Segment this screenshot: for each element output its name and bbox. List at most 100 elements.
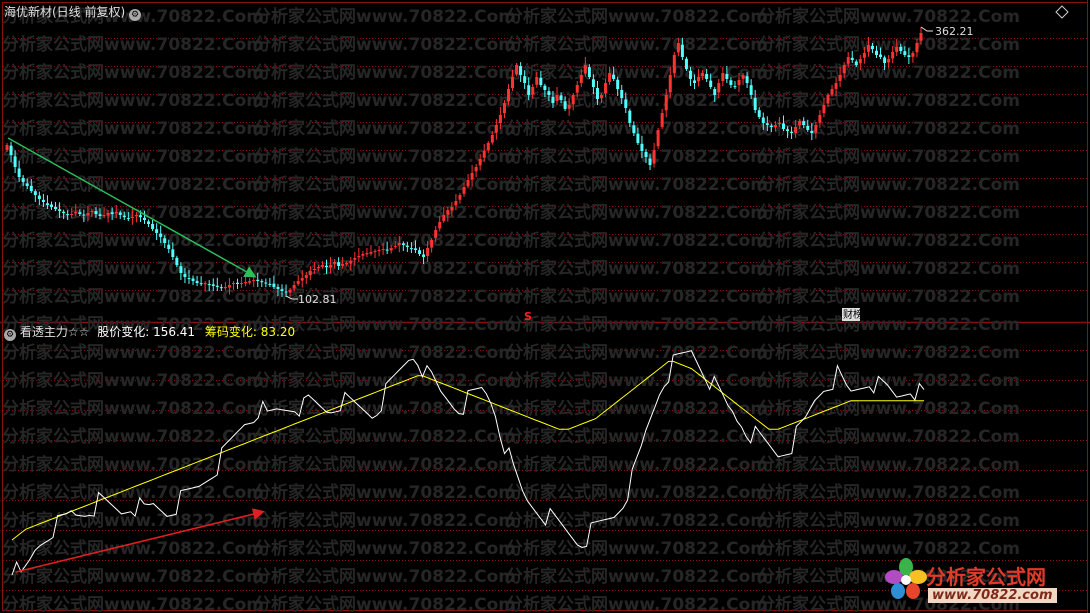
candle-body xyxy=(470,173,474,180)
watermark-text: 分析家公式网www.70822.Com xyxy=(254,202,516,223)
candle-body xyxy=(122,215,126,217)
candle-body xyxy=(547,91,551,95)
candle-body xyxy=(515,65,519,75)
candle-body xyxy=(741,75,745,79)
candle-body xyxy=(62,211,66,213)
watermark-text: 分析家公式网www.70822.Com xyxy=(758,426,1020,447)
line1-label: 股价变化: xyxy=(97,325,150,339)
candle-body xyxy=(442,215,446,221)
watermark-text: 分析家公式网www.70822.Com xyxy=(254,454,516,475)
candle-body xyxy=(82,214,86,216)
candle-body xyxy=(78,212,82,214)
candle-body xyxy=(769,125,773,127)
candle-body xyxy=(535,77,539,85)
candle-body xyxy=(632,125,636,133)
watermark-text: 分析家公式网www.70822.Com xyxy=(254,34,516,55)
candle-body xyxy=(29,185,33,191)
candle-body xyxy=(446,210,450,215)
candle-body xyxy=(482,151,486,158)
indicator-gear-icon[interactable]: ⚙ xyxy=(4,329,16,341)
watermark-text: 分析家公式网www.70822.Com xyxy=(758,342,1020,363)
candle-body xyxy=(308,271,312,276)
watermark-text: 分析家公式网www.70822.Com xyxy=(506,202,768,223)
candle-body xyxy=(494,125,498,133)
candle-body xyxy=(450,207,454,211)
candle-body xyxy=(49,204,53,207)
candle-body xyxy=(891,52,895,59)
candle-body xyxy=(240,283,244,284)
candle-body xyxy=(850,57,854,60)
watermark-text: 分析家公式网www.70822.Com xyxy=(758,230,1020,251)
candle-body xyxy=(183,274,187,277)
candle-body xyxy=(389,248,393,251)
candle-body xyxy=(531,87,535,95)
watermark-text: 分析家公式网www.70822.Com xyxy=(758,286,1020,307)
candle-body xyxy=(272,283,276,287)
candle-body xyxy=(907,55,911,57)
candle-body xyxy=(252,280,256,281)
watermark-text: 分析家公式网www.70822.Com xyxy=(758,90,1020,111)
candle-body xyxy=(688,70,692,79)
candle-body xyxy=(757,110,761,117)
candle-body xyxy=(320,265,324,267)
candle-body xyxy=(54,206,58,209)
candle-body xyxy=(887,59,891,63)
candle-body xyxy=(899,46,903,51)
candle-body xyxy=(664,95,668,111)
candle-body xyxy=(175,257,179,265)
candle-body xyxy=(163,238,167,243)
watermark-text: 分析家公式网www.70822.Com xyxy=(254,398,516,419)
watermark-text: 分析家公式网www.70822.Com xyxy=(758,146,1020,167)
candle-body xyxy=(608,73,612,82)
watermark-text: 分析家公式网www.70822.Com xyxy=(506,230,768,251)
watermark-text: 分析家公式网www.70822.Com xyxy=(2,174,264,195)
settings-gear-icon[interactable]: ⚙ xyxy=(129,9,142,21)
candle-body xyxy=(409,248,413,250)
candle-body xyxy=(749,85,753,95)
candle-body xyxy=(721,73,725,82)
candle-body xyxy=(709,80,713,87)
candle-body xyxy=(684,58,688,69)
watermark-text: 分析家公式网www.70822.Com xyxy=(506,146,768,167)
candle-body xyxy=(337,262,341,266)
candle-body xyxy=(502,103,506,114)
candle-body xyxy=(903,51,907,55)
candle-body xyxy=(191,278,195,281)
watermark-text: 分析家公式网www.70822.Com xyxy=(506,174,768,195)
high-price-label: 362.21 xyxy=(935,25,974,38)
watermark-text: 分析家公式网www.70822.Com xyxy=(758,454,1020,475)
watermark-layer: 分析家公式网www.70822.Com分析家公式网www.70822.Com分析… xyxy=(2,6,1020,613)
watermark-text: 分析家公式网www.70822.Com xyxy=(254,566,516,587)
watermark-text: 分析家公式网www.70822.Com xyxy=(2,426,264,447)
watermark-text: 分析家公式网www.70822.Com xyxy=(758,510,1020,531)
candle-body xyxy=(798,121,802,126)
watermark-text: 分析家公式网www.70822.Com xyxy=(506,510,768,531)
candle-body xyxy=(462,187,466,194)
candle-body xyxy=(466,180,470,187)
candle-body xyxy=(405,245,409,247)
watermark-text: 分析家公式网www.70822.Com xyxy=(506,538,768,559)
candle-body xyxy=(316,267,320,269)
candle-body xyxy=(858,59,862,64)
candle-body xyxy=(17,168,21,177)
candle-body xyxy=(866,45,870,52)
candle-body xyxy=(559,95,563,100)
candle-body xyxy=(842,65,846,74)
candle-body xyxy=(656,130,660,147)
candle-body xyxy=(98,214,102,216)
signal-ts-label: 财榜 xyxy=(843,308,863,321)
flower-logo-icon xyxy=(885,558,927,599)
candle-body xyxy=(179,266,183,273)
low-price-label: 102.81 xyxy=(298,293,337,306)
candle-body xyxy=(773,125,777,128)
watermark-text: 分析家公式网www.70822.Com xyxy=(506,426,768,447)
watermark-text: 分析家公式网www.70822.Com xyxy=(2,454,264,475)
candle-body xyxy=(818,115,822,123)
candle-body xyxy=(21,178,25,182)
candle-body xyxy=(397,243,401,246)
candle-body xyxy=(895,47,899,53)
candle-body xyxy=(138,215,142,217)
candle-body xyxy=(264,282,268,284)
logo-url: www.70822.com xyxy=(928,588,1057,603)
candle-body xyxy=(814,125,818,133)
